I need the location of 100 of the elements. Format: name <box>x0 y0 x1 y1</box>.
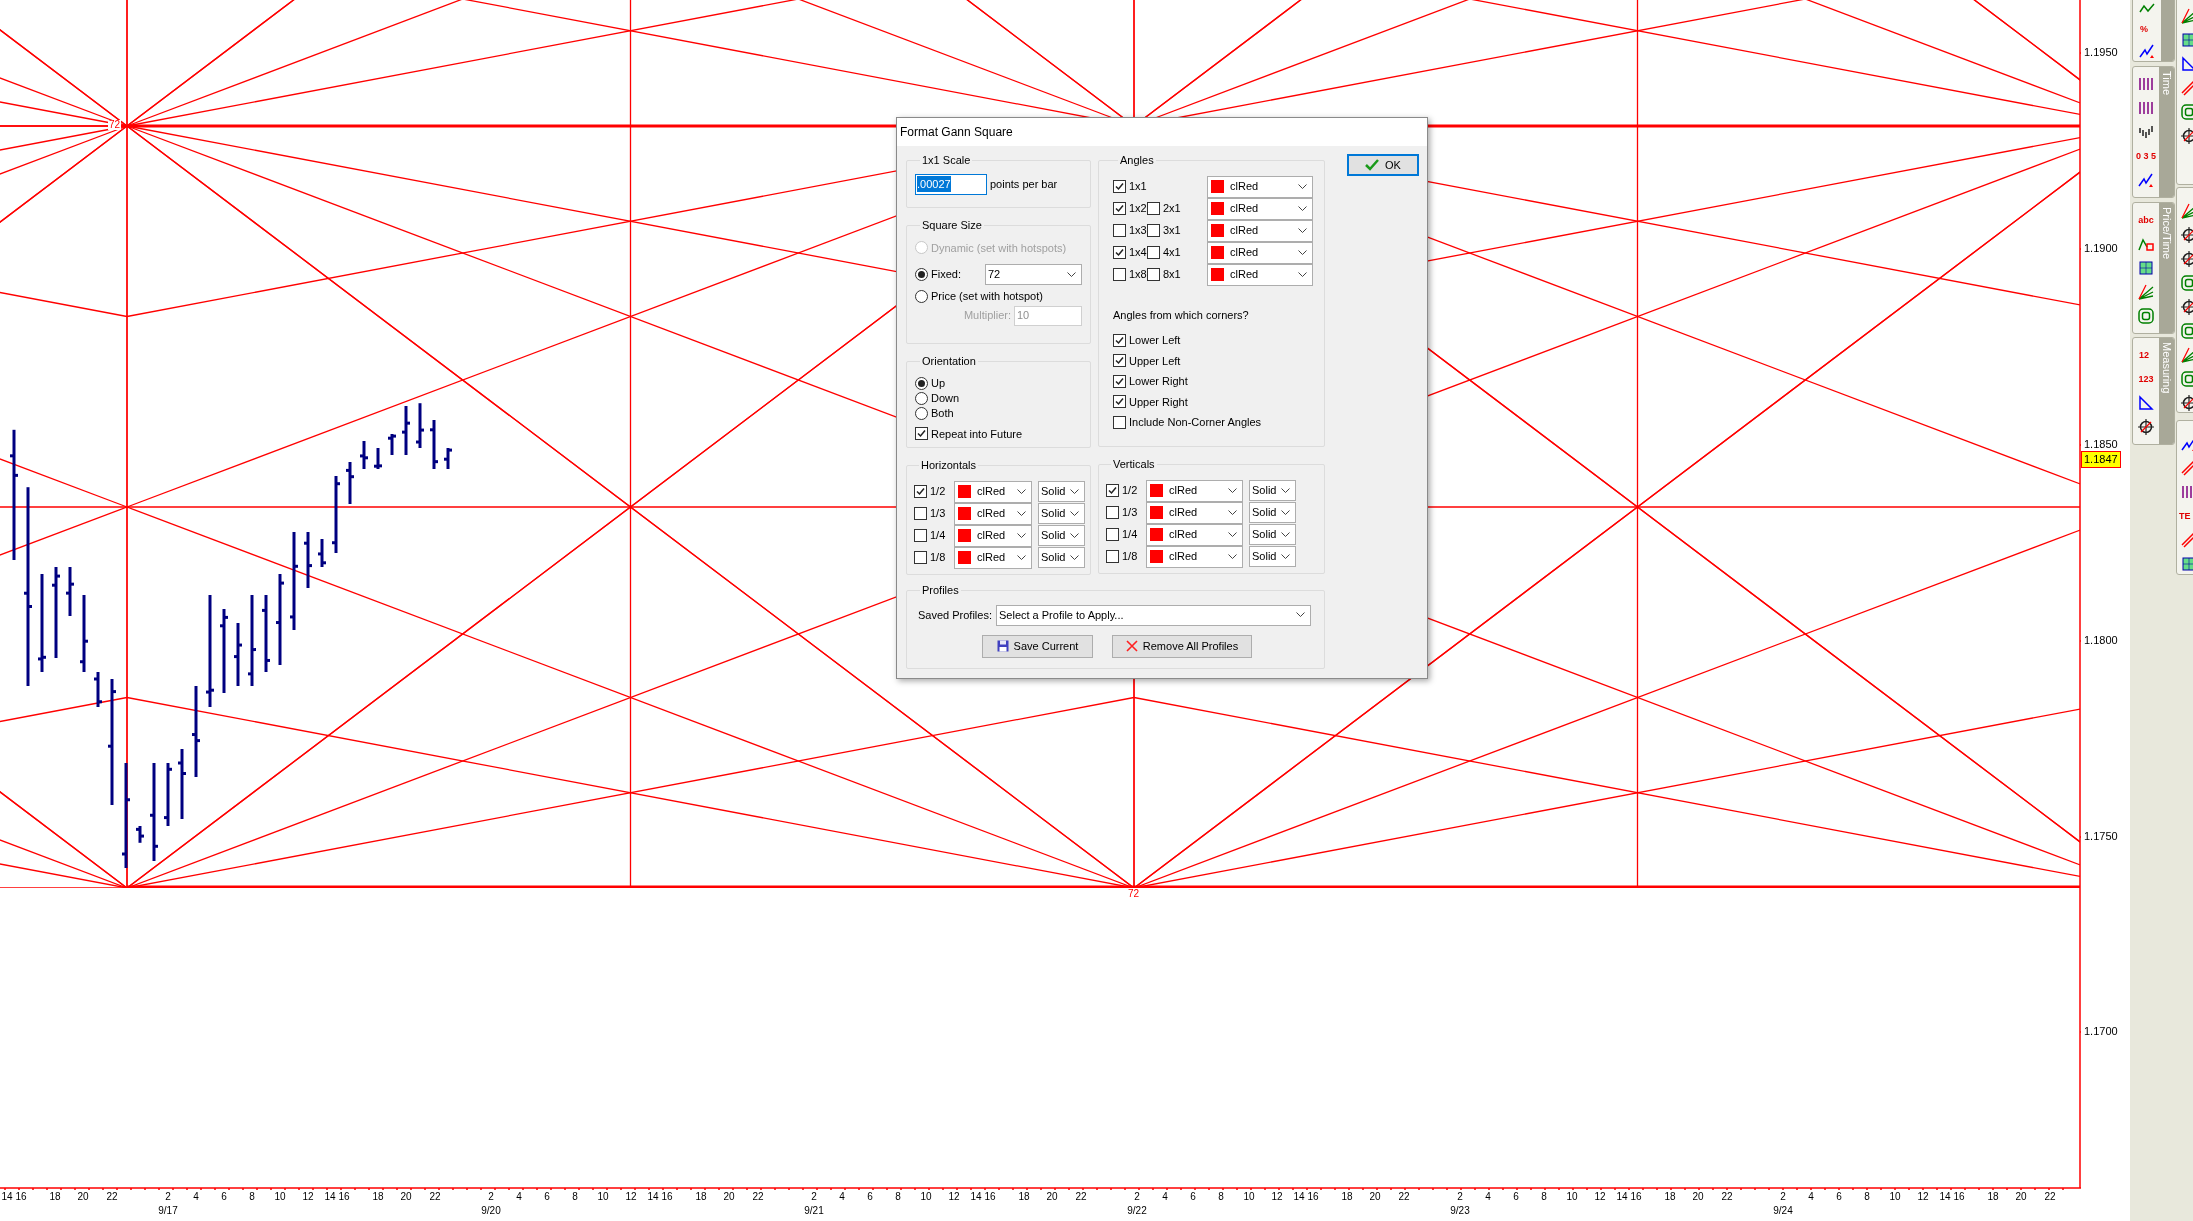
chevron-down-icon <box>1298 205 1307 212</box>
unit-label: points per bar <box>990 176 1058 192</box>
chevron-down-icon <box>1298 271 1307 278</box>
checkbox[interactable] <box>1106 550 1119 563</box>
color-dropdown[interactable]: clRed <box>1207 263 1313 286</box>
checkbox[interactable] <box>1106 506 1119 519</box>
checkbox[interactable] <box>1113 246 1126 259</box>
profile-dropdown[interactable]: Select a Profile to Apply... <box>996 604 1311 626</box>
line-style-dropdown[interactable]: Solid <box>1249 502 1296 523</box>
checkbox[interactable] <box>1106 484 1119 497</box>
checkbox[interactable] <box>1147 224 1160 237</box>
color-dropdown[interactable]: clRed <box>1207 197 1313 220</box>
color-dropdown[interactable]: clRed <box>954 502 1032 525</box>
checkbox[interactable] <box>1113 415 1126 429</box>
chevron-down-icon <box>1281 553 1290 560</box>
checkbox[interactable] <box>914 551 927 564</box>
zigzag-icon <box>2138 42 2156 61</box>
text-tool-button[interactable]: 0 3 5 <box>2135 145 2157 167</box>
checkbox[interactable] <box>1113 268 1126 281</box>
radio-button[interactable] <box>915 406 928 420</box>
line-style-dropdown[interactable]: Solid <box>1038 525 1085 546</box>
ok-button[interactable]: OK <box>1347 154 1419 176</box>
spiral-icon <box>2180 103 2193 121</box>
time-label: 8 <box>1541 1192 1547 1202</box>
color-dropdown[interactable]: clRed <box>1146 545 1243 568</box>
color-swatch <box>1150 484 1163 497</box>
color-dropdown[interactable]: clRed <box>954 546 1032 569</box>
date-label: 9/22 <box>1127 1206 1147 1216</box>
text-tool-button[interactable]: 12 <box>2138 344 2154 366</box>
spiral-icon <box>2180 370 2193 388</box>
radio-button[interactable] <box>915 391 928 405</box>
line-style-dropdown[interactable]: Solid <box>1249 480 1296 501</box>
line-style-dropdown[interactable]: Solid <box>1038 547 1085 568</box>
chevron-down-icon <box>1281 509 1290 516</box>
radio-button[interactable] <box>915 289 928 303</box>
checkbox[interactable] <box>1106 528 1119 541</box>
remove-profiles-button[interactable]: Remove All Profiles <box>1112 634 1252 658</box>
line-style-dropdown[interactable]: Solid <box>1038 481 1085 502</box>
tool-button[interactable] <box>2135 416 2157 438</box>
checkbox[interactable] <box>1113 333 1126 347</box>
radio-label: Price (set with hotspot) <box>931 289 1043 304</box>
time-label: 4 <box>516 1192 522 1202</box>
time-label: 22 <box>106 1192 118 1202</box>
fan-icon <box>2180 7 2193 25</box>
time-label: 12 <box>302 1192 314 1202</box>
color-dropdown[interactable]: clRed <box>954 480 1032 503</box>
time-label: 2 <box>1134 1192 1140 1202</box>
checkbox-label: 1/3 <box>1122 505 1138 521</box>
checkbox[interactable] <box>1113 224 1126 237</box>
checkbox[interactable] <box>1113 395 1126 409</box>
color-dropdown[interactable]: clRed <box>1146 479 1243 502</box>
line-style-dropdown[interactable]: Solid <box>1038 503 1085 524</box>
color-dropdown[interactable]: clRed <box>1207 219 1313 242</box>
text-tool-button[interactable]: abc <box>2137 209 2155 231</box>
radio-button[interactable] <box>915 268 928 281</box>
time-label: 6 <box>867 1192 873 1202</box>
checkbox[interactable] <box>1147 246 1160 259</box>
color-dropdown[interactable]: clRed <box>1207 241 1313 264</box>
checkbox[interactable] <box>1147 268 1160 281</box>
color-dropdown[interactable]: clRed <box>1146 523 1243 546</box>
scale-input[interactable]: .00027 <box>915 173 987 195</box>
square-size-label: 72 <box>108 120 122 130</box>
text-tool-button[interactable]: 123 <box>2137 368 2155 390</box>
save-current-button[interactable]: Save Current <box>982 634 1093 658</box>
checkbox[interactable] <box>1147 202 1160 215</box>
checkbox[interactable] <box>914 485 927 498</box>
color-dropdown[interactable]: clRed <box>1207 175 1313 198</box>
date-label: 9/17 <box>158 1206 178 1216</box>
time-label: 12 <box>948 1192 960 1202</box>
checkbox[interactable] <box>1113 202 1126 215</box>
color-dropdown[interactable]: clRed <box>954 524 1032 547</box>
time-label: 18 <box>1664 1192 1676 1202</box>
time-label: 14 16 <box>1939 1192 1965 1202</box>
checkbox-label: Lower Left <box>1129 333 1181 348</box>
radio-button[interactable] <box>915 376 928 390</box>
radio-label: Fixed: <box>931 267 961 283</box>
checkbox[interactable] <box>915 427 928 441</box>
line-style-dropdown[interactable]: Solid <box>1249 524 1296 545</box>
chevron-down-icon <box>1067 271 1076 278</box>
color-swatch <box>1211 202 1224 215</box>
text-tool-button[interactable]: % <box>2139 20 2155 40</box>
checkbox[interactable] <box>914 507 927 520</box>
text-tool-button[interactable]: TE <box>2178 505 2193 527</box>
color-swatch <box>958 529 971 542</box>
parallel-lines-icon <box>2180 459 2193 477</box>
checkbox-label: Lower Right <box>1129 374 1188 389</box>
time-label: 10 <box>1243 1192 1255 1202</box>
checkbox[interactable] <box>914 529 927 542</box>
toolbar-grip[interactable] <box>2161 0 2174 61</box>
color-dropdown[interactable]: clRed <box>1146 501 1243 524</box>
radio-label: Down <box>931 390 960 406</box>
time-label: 20 <box>1046 1192 1058 1202</box>
line-style-dropdown[interactable]: Solid <box>1249 546 1296 567</box>
checkbox[interactable] <box>1113 354 1126 368</box>
chevron-down-icon <box>1070 488 1079 495</box>
checkbox[interactable] <box>1113 180 1126 193</box>
dialog-title: Format Gann Square <box>900 124 1013 141</box>
checkbox[interactable] <box>1113 374 1126 388</box>
checkbox-label: 4x1 <box>1163 245 1181 261</box>
size-dropdown[interactable]: 72 <box>985 264 1082 285</box>
